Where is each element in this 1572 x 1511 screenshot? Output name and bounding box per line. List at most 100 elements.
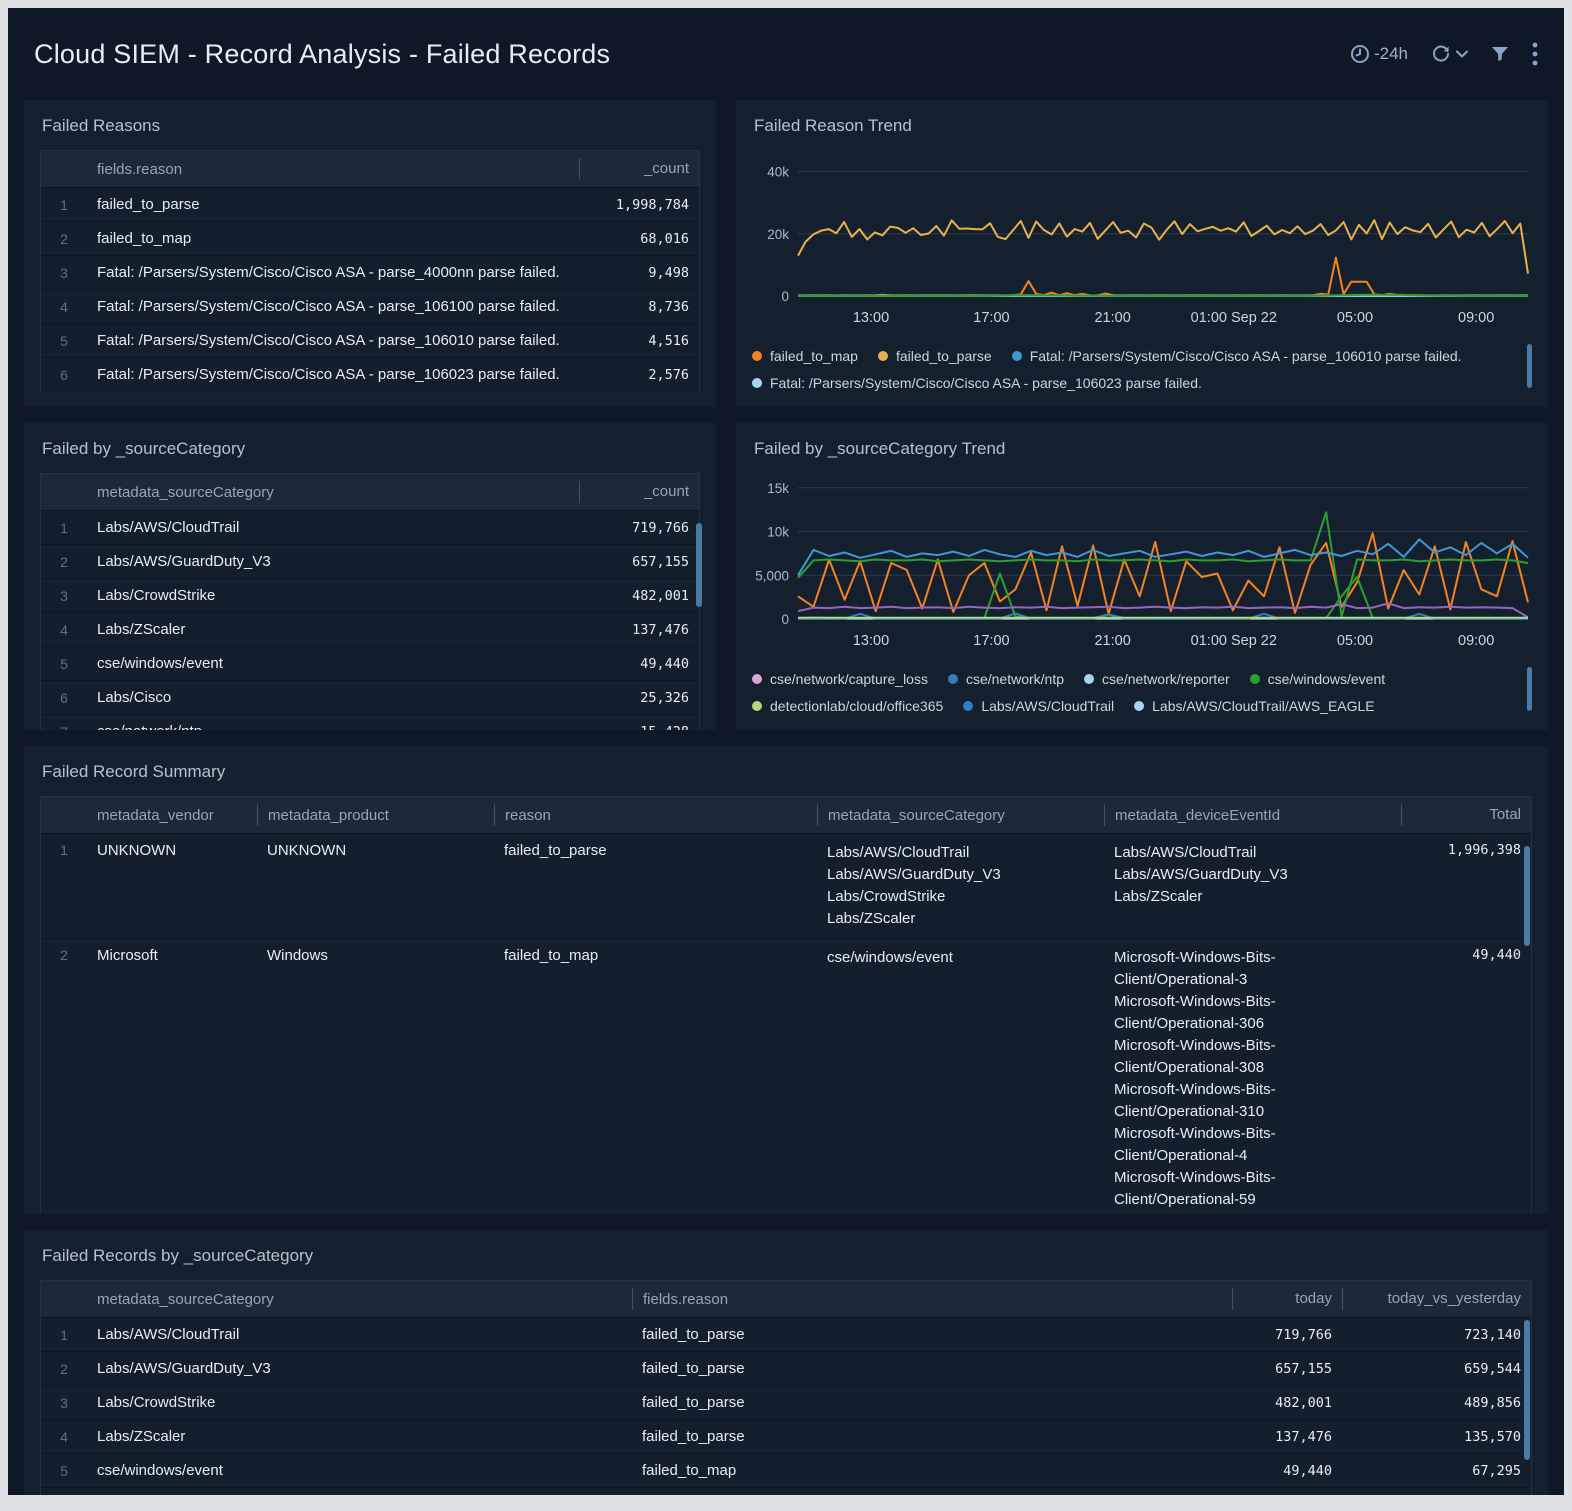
svg-text:01:00 Sep 22: 01:00 Sep 22 bbox=[1191, 310, 1277, 326]
table-row[interactable]: 3Labs/CrowdStrikefailed_to_parse482,0014… bbox=[41, 1385, 1531, 1419]
legend-item[interactable]: detectionlab/cloud/office365 bbox=[752, 698, 943, 714]
source-category: Labs/AWS/GuardDuty_V3 bbox=[827, 864, 1094, 886]
panel-title: Failed Reason Trend bbox=[754, 116, 1532, 136]
cell-count: 8,736 bbox=[579, 299, 699, 315]
cell-label: Labs/CrowdStrike bbox=[87, 587, 579, 604]
table-scrollbar[interactable] bbox=[1524, 846, 1530, 946]
cell-label: Fatal: /Parsers/System/Cisco/Cisco ASA -… bbox=[87, 332, 579, 349]
table-scrollbar[interactable] bbox=[1524, 1320, 1530, 1460]
time-range-label: -24h bbox=[1374, 44, 1408, 64]
legend-item[interactable]: failed_to_map bbox=[752, 348, 858, 364]
cell-count: 1,998,784 bbox=[579, 197, 699, 213]
table-header-row: metadata_sourceCategory_count bbox=[41, 474, 699, 510]
col-header: metadata_product bbox=[257, 804, 494, 826]
table-row[interactable]: 7cse/network/ntp15,428 bbox=[41, 714, 699, 730]
table-row[interactable]: 3Fatal: /Parsers/System/Cisco/Cisco ASA … bbox=[41, 255, 699, 289]
legend-dot bbox=[1134, 701, 1144, 711]
col-header: today bbox=[1232, 1288, 1342, 1310]
table-row[interactable]: 6Labs/Cisco25,326 bbox=[41, 680, 699, 714]
row-index: 1 bbox=[41, 520, 87, 536]
legend-dot bbox=[1250, 674, 1260, 684]
table-row[interactable]: 4Labs/ZScaler137,476 bbox=[41, 612, 699, 646]
table-row[interactable]: 4Fatal: /Parsers/System/Cisco/Cisco ASA … bbox=[41, 289, 699, 323]
table-row[interactable]: 6Fatal: /Parsers/System/Cisco/Cisco ASA … bbox=[41, 357, 699, 391]
failed-record-summary-table: metadata_vendormetadata_productreasonmet… bbox=[40, 796, 1532, 1214]
source-category: cse/windows/event bbox=[827, 947, 1094, 969]
cell-label: cse/windows/event bbox=[87, 655, 579, 672]
failed-by-sourcecategory-trend-chart[interactable]: 05,00010k15k13:0017:0021:0001:00 Sep 220… bbox=[752, 473, 1532, 659]
page-title: Cloud SIEM - Record Analysis - Failed Re… bbox=[34, 39, 610, 70]
filter-control[interactable] bbox=[1490, 44, 1510, 64]
legend-scrollbar[interactable] bbox=[1527, 667, 1532, 711]
table-header-row: fields.reason_count bbox=[41, 151, 699, 187]
cell-label: Fatal: /Parsers/System/Cisco/Cisco ASA -… bbox=[87, 366, 579, 383]
source-category: Labs/CrowdStrike bbox=[827, 886, 1094, 908]
failed-reason-trend-chart[interactable]: 020k40k13:0017:0021:0001:00 Sep 2205:000… bbox=[752, 150, 1532, 336]
svg-text:01:00 Sep 22: 01:00 Sep 22 bbox=[1191, 633, 1277, 649]
legend-item[interactable]: Labs/AWS/CloudTrail bbox=[963, 698, 1114, 714]
refresh-control[interactable] bbox=[1430, 43, 1468, 65]
legend-label: cse/network/capture_loss bbox=[770, 671, 928, 687]
cell-vendor: Microsoft bbox=[87, 947, 257, 964]
table-row[interactable]: 1Labs/AWS/CloudTrail719,766 bbox=[41, 510, 699, 544]
chart-legend: cse/network/capture_loss cse/network/ntp c… bbox=[752, 665, 1532, 727]
row-index: 1 bbox=[41, 197, 87, 213]
legend-item[interactable]: cse/network/capture_loss bbox=[752, 671, 928, 687]
legend-item[interactable]: Fatal: /Parsers/System/Cisco/Cisco ASA -… bbox=[752, 375, 1202, 391]
trend-chart-canvas[interactable]: 05,00010k15k13:0017:0021:0001:00 Sep 220… bbox=[752, 473, 1532, 659]
cell-count: 25,326 bbox=[579, 690, 699, 706]
legend-row: failed_to_map failed_to_parse Fatal: /Pars… bbox=[752, 342, 1532, 369]
legend-item[interactable]: cse/network/reporter bbox=[1084, 671, 1230, 687]
table-row[interactable]: 1UNKNOWNUNKNOWNfailed_to_parseLabs/AWS/C… bbox=[41, 833, 1531, 938]
row-index: 4 bbox=[41, 299, 87, 315]
kebab-menu-icon[interactable] bbox=[1532, 42, 1538, 66]
failed-records-by-sourcecategory-table: metadata_sourceCategoryfields.reasontoda… bbox=[40, 1280, 1532, 1495]
cell-count: 137,476 bbox=[579, 622, 699, 638]
legend-item[interactable]: Fatal: /Parsers/System/Cisco/Cisco ASA -… bbox=[1012, 348, 1462, 364]
table-row[interactable]: 2Labs/AWS/GuardDuty_V3657,155 bbox=[41, 544, 699, 578]
cell-count: 4,516 bbox=[579, 333, 699, 349]
row-index: 1 bbox=[41, 1327, 87, 1343]
table-row[interactable]: 5cse/windows/event49,440 bbox=[41, 646, 699, 680]
cell-source-categories: cse/windows/event bbox=[817, 947, 1104, 969]
cell-product: UNKNOWN bbox=[257, 842, 494, 859]
panel-failed-record-summary: Failed Record Summary metadata_vendormet… bbox=[24, 746, 1548, 1214]
table-row[interactable]: 2Labs/AWS/GuardDuty_V3failed_to_parse657… bbox=[41, 1351, 1531, 1385]
table-row[interactable]: 2MicrosoftWindowsfailed_to_mapcse/window… bbox=[41, 938, 1531, 1214]
legend-row bbox=[752, 719, 1532, 727]
table-row[interactable]: 4Labs/ZScalerfailed_to_parse137,476135,5… bbox=[41, 1419, 1531, 1453]
table-row[interactable]: 1failed_to_parse1,998,784 bbox=[41, 187, 699, 221]
legend-dot bbox=[1012, 351, 1022, 361]
table-row[interactable]: 5cse/windows/eventfailed_to_map49,44067,… bbox=[41, 1453, 1531, 1487]
legend-item[interactable]: cse/network/ntp bbox=[948, 671, 1064, 687]
legend-dot bbox=[948, 674, 958, 684]
table-row[interactable]: 2failed_to_map68,016 bbox=[41, 221, 699, 255]
svg-text:17:00: 17:00 bbox=[973, 633, 1009, 649]
device-event-id: Labs/AWS/CloudTrail bbox=[1114, 842, 1319, 864]
table-row[interactable]: 1Labs/AWS/CloudTrailfailed_to_parse719,7… bbox=[41, 1317, 1531, 1351]
trend-chart-canvas[interactable]: 020k40k13:0017:0021:0001:00 Sep 2205:000… bbox=[752, 150, 1532, 336]
row-index: 3 bbox=[41, 1395, 87, 1411]
cell-reason: failed_to_parse bbox=[494, 842, 817, 859]
table-header-row: metadata_sourceCategoryfields.reasontoda… bbox=[41, 1281, 1531, 1317]
row-index: 7 bbox=[41, 724, 87, 731]
legend-label: cse/windows/event bbox=[1268, 671, 1386, 687]
svg-text:09:00: 09:00 bbox=[1458, 633, 1494, 649]
cell-reason: failed_to_parse bbox=[632, 1394, 1232, 1411]
time-range-control[interactable]: -24h bbox=[1350, 44, 1408, 64]
cell-today-vs-yesterday: 489,856 bbox=[1342, 1395, 1531, 1411]
table-scrollbar[interactable] bbox=[696, 523, 702, 607]
legend-item[interactable]: failed_to_parse bbox=[878, 348, 992, 364]
legend-item[interactable]: cse/windows/event bbox=[1250, 671, 1386, 687]
table-row[interactable]: 6cse/network/ntpfailed_to_map15,42816,96… bbox=[41, 1487, 1531, 1495]
table-row[interactable]: 3Labs/CrowdStrike482,001 bbox=[41, 578, 699, 612]
legend-label: Labs/AWS/CloudTrail bbox=[981, 698, 1114, 714]
legend-item[interactable]: Labs/AWS/CloudTrail/AWS_EAGLE bbox=[1134, 698, 1375, 714]
cell-label: cse/network/ntp bbox=[87, 723, 579, 730]
table-row[interactable]: 5Fatal: /Parsers/System/Cisco/Cisco ASA … bbox=[41, 323, 699, 357]
cell-reason: failed_to_parse bbox=[632, 1360, 1232, 1377]
cell-category: Labs/AWS/CloudTrail bbox=[87, 1326, 632, 1343]
device-event-id: Microsoft-Windows-Bits-Client/Operationa… bbox=[1114, 1079, 1319, 1123]
cell-today: 719,766 bbox=[1232, 1327, 1342, 1343]
legend-scrollbar[interactable] bbox=[1527, 344, 1532, 388]
